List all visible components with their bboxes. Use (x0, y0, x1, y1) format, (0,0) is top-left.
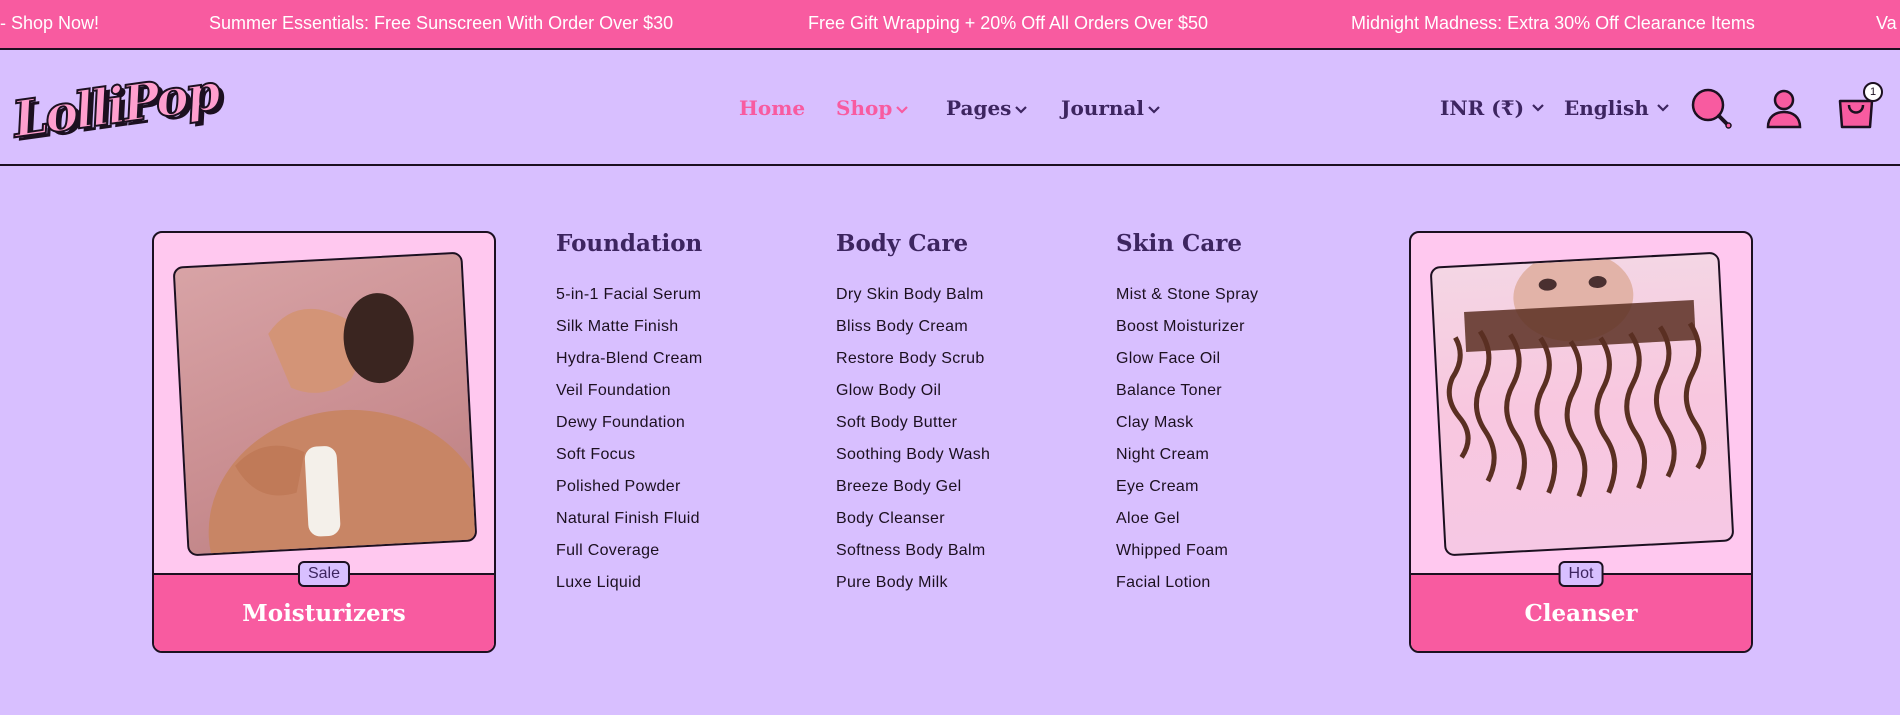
nav-pages-label: Pages (946, 96, 1012, 120)
menu-column-foundation: Foundation 5-in-1 Facial Serum Silk Matt… (556, 230, 702, 599)
nav-shop[interactable]: Shop (836, 96, 909, 120)
menu-link[interactable]: Breeze Body Gel (836, 471, 990, 503)
announcement-item[interactable]: Summer Essentials: Free Sunscreen With O… (209, 13, 673, 34)
user-icon[interactable] (1762, 87, 1806, 131)
menu-link[interactable]: Glow Face Oil (1116, 343, 1258, 375)
menu-link[interactable]: Soft Focus (556, 439, 702, 471)
currency-selector[interactable]: INR (₹) (1440, 96, 1544, 120)
currency-label: INR (₹) (1440, 96, 1525, 120)
cart-count-badge: 1 (1863, 82, 1883, 102)
column-heading[interactable]: Foundation (556, 230, 702, 257)
column-heading[interactable]: Skin Care (1116, 230, 1258, 257)
menu-link[interactable]: Polished Powder (556, 471, 702, 503)
card-title[interactable]: Cleanser (1411, 600, 1751, 627)
announcement-item[interactable]: Midnight Madness: Extra 30% Off Clearanc… (1351, 13, 1755, 34)
menu-link[interactable]: Facial Lotion (1116, 567, 1258, 599)
menu-link[interactable]: Natural Finish Fluid (556, 503, 702, 535)
menu-link[interactable]: Night Cream (1116, 439, 1258, 471)
chevron-down-icon (1532, 104, 1544, 112)
menu-link[interactable]: Body Cleanser (836, 503, 990, 535)
search-icon[interactable] (1690, 87, 1734, 131)
menu-link[interactable]: Pure Body Milk (836, 567, 990, 599)
menu-link[interactable]: Soothing Body Wash (836, 439, 990, 471)
menu-link[interactable]: Softness Body Balm (836, 535, 990, 567)
menu-link[interactable]: Silk Matte Finish (556, 311, 702, 343)
chevron-down-icon (1656, 104, 1669, 112)
nav-pages[interactable]: Pages (946, 96, 1028, 120)
menu-link[interactable]: Whipped Foam (1116, 535, 1258, 567)
card-title[interactable]: Moisturizers (154, 600, 494, 627)
menu-link[interactable]: Boost Moisturizer (1116, 311, 1258, 343)
nav-shop-label: Shop (836, 96, 893, 120)
site-header: LolliPop Home Shop Pages Journal INR (₹)… (0, 50, 1900, 166)
menu-link[interactable]: Luxe Liquid (556, 567, 702, 599)
menu-link[interactable]: Hydra-Blend Cream (556, 343, 702, 375)
model-photo-illustration (1446, 251, 1707, 498)
nav-home[interactable]: Home (739, 96, 805, 120)
menu-link[interactable]: Balance Toner (1116, 375, 1258, 407)
menu-link[interactable]: 5-in-1 Facial Serum (556, 279, 702, 311)
menu-column-body-care: Body Care Dry Skin Body Balm Bliss Body … (836, 230, 990, 599)
promo-image (1429, 251, 1735, 557)
menu-link[interactable]: Eye Cream (1116, 471, 1258, 503)
chevron-down-icon (896, 106, 909, 114)
menu-link[interactable]: Dry Skin Body Balm (836, 279, 990, 311)
menu-link[interactable]: Veil Foundation (556, 375, 702, 407)
menu-link[interactable]: Bliss Body Cream (836, 311, 990, 343)
column-heading[interactable]: Body Care (836, 230, 990, 257)
nav-home-label: Home (739, 96, 806, 120)
promo-image (172, 251, 478, 557)
menu-link[interactable]: Clay Mask (1116, 407, 1258, 439)
promo-card-moisturizers[interactable]: Sale Moisturizers (152, 231, 496, 653)
menu-column-skin-care: Skin Care Mist & Stone Spray Boost Moist… (1116, 230, 1258, 599)
menu-link[interactable]: Full Coverage (556, 535, 702, 567)
sale-badge: Sale (297, 561, 351, 587)
menu-link[interactable]: Soft Body Butter (836, 407, 990, 439)
nav-journal[interactable]: Journal (1061, 96, 1160, 120)
promo-card-cleanser[interactable]: Hot Cleanser (1409, 231, 1753, 653)
chevron-down-icon (1015, 106, 1028, 114)
language-selector[interactable]: English (1564, 96, 1669, 120)
menu-link[interactable]: Restore Body Scrub (836, 343, 990, 375)
menu-link[interactable]: Aloe Gel (1116, 503, 1258, 535)
model-photo-illustration (208, 293, 478, 557)
logo-text: LolliPop (8, 61, 222, 150)
menu-link[interactable]: Dewy Foundation (556, 407, 702, 439)
language-label: English (1564, 96, 1649, 120)
hot-badge: Hot (1558, 561, 1604, 587)
announcement-item[interactable]: - Shop Now! (0, 13, 99, 34)
announcement-item[interactable]: Free Gift Wrapping + 20% Off All Orders … (808, 13, 1208, 34)
announcement-item[interactable]: Va (1876, 13, 1897, 34)
nav-journal-label: Journal (1061, 96, 1144, 120)
logo[interactable]: LolliPop (8, 61, 222, 150)
chevron-down-icon (1148, 106, 1160, 114)
menu-link[interactable]: Glow Body Oil (836, 375, 990, 407)
announcement-bar: - Shop Now! Summer Essentials: Free Suns… (0, 0, 1900, 50)
menu-link[interactable]: Mist & Stone Spray (1116, 279, 1258, 311)
